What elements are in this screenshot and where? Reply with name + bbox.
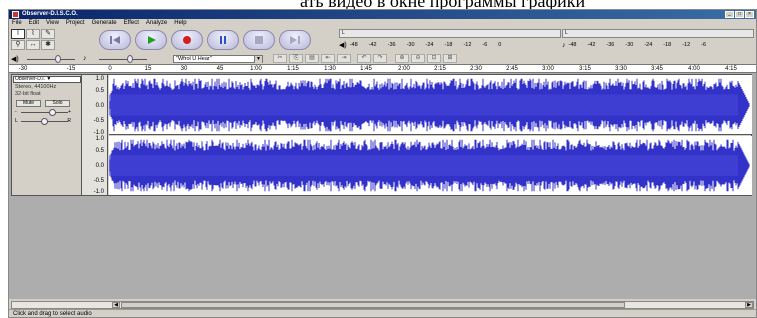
menu-effect[interactable]: Effect: [124, 19, 139, 28]
envelope-tool-icon[interactable]: ⌇: [26, 29, 40, 39]
track-control-panel: Observer-D.I. ▼ Stereo, 44100Hz 32-bit f…: [12, 75, 82, 195]
stop-icon: [255, 36, 263, 44]
track-pan-slider[interactable]: L R: [15, 118, 71, 125]
input-volume-knob[interactable]: [127, 54, 133, 63]
zoom-out-button[interactable]: ⊖: [411, 54, 425, 63]
app-icon: [12, 11, 19, 18]
status-bar: Click and drag to select audio: [9, 309, 756, 318]
title-bar[interactable]: Observer-D.I.S.C.O. _ □ ×: [9, 10, 756, 19]
output-meter-scale-row: ◀) -48 -42 -36 -30 -24 -18 -12 -6 0: [339, 40, 501, 50]
window-controls: _ □ ×: [725, 11, 754, 18]
undo-button[interactable]: ↶: [357, 54, 371, 63]
cut-button[interactable]: ✂: [273, 54, 287, 63]
audio-track: Observer-D.I. ▼ Stereo, 44100Hz 32-bit f…: [11, 74, 752, 196]
zoom-in-button[interactable]: ⊕: [395, 54, 409, 63]
mixer-edit-toolbar: ◀) ♪ "Wfrol U Hear" ▼ ✂ ⎘ ▤ ⇤ ⇥ ↶ ↷ ⊕ ⊖: [11, 53, 754, 64]
pause-button[interactable]: [207, 30, 239, 50]
input-volume-slider[interactable]: [93, 54, 149, 63]
timeline-ruler[interactable]: -30 -15 0 15 30 45 1:00 1:15 1:30 1:45 2…: [9, 64, 756, 73]
waveform-left-svg: [109, 78, 750, 132]
redo-button[interactable]: ↷: [373, 54, 387, 63]
close-button[interactable]: ×: [745, 11, 754, 18]
audio-editor-window: Observer-D.I.S.C.O. _ □ × File Edit View…: [8, 9, 757, 318]
fit-selection-button[interactable]: ⊡: [427, 54, 441, 63]
solo-button[interactable]: Solo: [45, 100, 70, 107]
window-title: Observer-D.I.S.C.O.: [22, 11, 78, 17]
amplitude-scale: 1.0 0.5 0.0 -0.5 -1.0 1.0 0.5 0.0 -0.5 -…: [82, 75, 108, 195]
input-meter[interactable]: L: [562, 29, 754, 38]
minimize-button[interactable]: _: [725, 11, 734, 18]
menu-project[interactable]: Project: [66, 19, 85, 28]
track-bitdepth: 32-bit float: [15, 91, 41, 97]
draw-tool-icon[interactable]: ✎: [41, 29, 55, 39]
maximize-button[interactable]: □: [735, 11, 744, 18]
transport-toolbar: [99, 30, 311, 50]
waveform-left-channel[interactable]: [109, 75, 752, 135]
input-source-value: "Wfrol U Hear": [176, 55, 212, 62]
document-caption-strip: ать видео в окне программы графики: [0, 0, 757, 9]
volume-icon: ◀): [11, 55, 19, 63]
scroll-right-icon[interactable]: ▶: [745, 302, 753, 308]
speaker-icon[interactable]: ◀): [339, 41, 347, 49]
waveform-right-channel[interactable]: [109, 136, 752, 195]
output-meter[interactable]: L: [339, 29, 561, 38]
output-volume-knob[interactable]: [55, 54, 61, 63]
status-text: Click and drag to select audio: [13, 311, 92, 317]
input-meter-scale: -48 -42 -36 -30 -24 -18 -12 -6: [568, 42, 707, 48]
output-meter-scale: -48 -42 -36 -30 -24 -18 -12 -6 0: [349, 42, 502, 48]
track-name-dropdown[interactable]: Observer-D.I. ▼: [13, 76, 81, 83]
toolbar-area: I ⌇ ✎ ⚲ ↔ ✱ L L ◀) -48 -42 -36 -30 -24 -…: [9, 28, 756, 64]
menu-edit[interactable]: Edit: [29, 19, 39, 28]
input-meter-scale-row: ♪ -48 -42 -36 -30 -24 -18 -12 -6: [562, 40, 706, 50]
track-format: Stereo, 44100Hz: [15, 84, 57, 90]
document-caption: ать видео в окне программы графики: [300, 0, 585, 9]
gain-knob[interactable]: [49, 109, 56, 116]
skip-to-start-button[interactable]: [99, 30, 131, 50]
skip-end-icon: [290, 36, 300, 44]
trim-button[interactable]: ⇤: [321, 54, 335, 63]
record-button[interactable]: [171, 30, 203, 50]
timeshift-tool-icon[interactable]: ↔: [26, 40, 40, 50]
silence-button[interactable]: ⇥: [337, 54, 351, 63]
input-source-dropdown[interactable]: "Wfrol U Hear" ▼: [173, 54, 263, 63]
menu-file[interactable]: File: [12, 19, 22, 28]
selection-tool-icon[interactable]: I: [11, 29, 25, 39]
pause-icon: [220, 36, 226, 44]
fit-project-button[interactable]: ⊞: [443, 54, 457, 63]
play-icon: [148, 36, 156, 44]
pan-knob[interactable]: [41, 118, 48, 125]
microphone-icon[interactable]: ♪: [562, 42, 566, 49]
paste-button[interactable]: ▤: [305, 54, 319, 63]
tracks-area[interactable]: Observer-D.I. ▼ Stereo, 44100Hz 32-bit f…: [9, 73, 756, 299]
scroll-left-icon[interactable]: ◀: [112, 302, 120, 308]
menu-analyze[interactable]: Analyze: [146, 19, 167, 28]
menu-help[interactable]: Help: [174, 19, 186, 28]
tools-toolbar: I ⌇ ✎ ⚲ ↔ ✱: [11, 29, 77, 51]
menu-bar: File Edit View Project Generate Effect A…: [9, 19, 756, 28]
mute-button[interactable]: Mute: [16, 100, 41, 107]
scroll-thumb[interactable]: [121, 302, 625, 308]
mic-volume-icon: ♪: [83, 55, 87, 62]
waveform-rms: [109, 155, 738, 176]
skip-start-icon: [110, 36, 120, 44]
stop-button[interactable]: [243, 30, 275, 50]
play-button[interactable]: [135, 30, 167, 50]
horizontal-scrollbar[interactable]: ◀ ▶: [11, 301, 754, 309]
copy-button[interactable]: ⎘: [289, 54, 303, 63]
menu-generate[interactable]: Generate: [92, 19, 117, 28]
skip-to-end-button[interactable]: [279, 30, 311, 50]
chevron-down-icon[interactable]: ▼: [254, 55, 262, 63]
track-gain-slider[interactable]: - +: [15, 109, 71, 116]
waveform-right-svg: [109, 139, 750, 192]
output-volume-slider[interactable]: [21, 54, 77, 63]
output-meter-left-channel: L: [342, 30, 345, 36]
menu-view[interactable]: View: [46, 19, 59, 28]
zoom-tool-icon[interactable]: ⚲: [11, 40, 25, 50]
waveform-rms: [109, 94, 738, 116]
record-icon: [183, 36, 191, 44]
multi-tool-icon[interactable]: ✱: [41, 40, 55, 50]
input-meter-left-channel: L: [565, 30, 568, 36]
